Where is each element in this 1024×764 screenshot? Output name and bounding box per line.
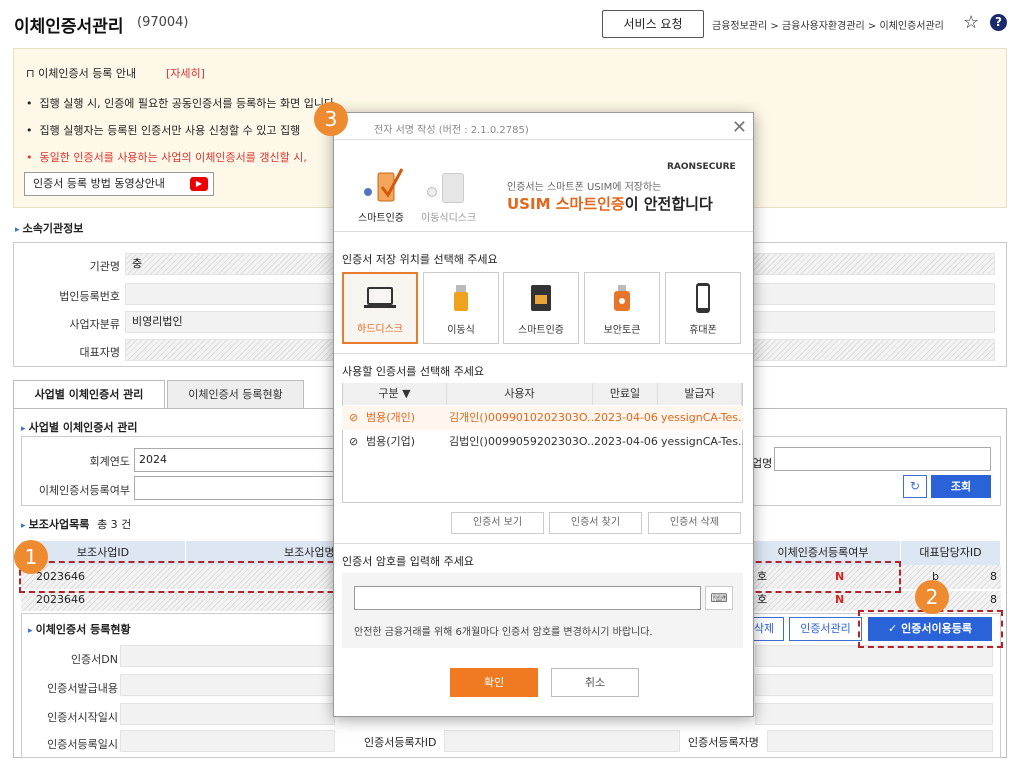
mode-smart-label[interactable]: 스마트인증 bbox=[358, 209, 404, 224]
cert-view-button[interactable]: 인증서 보기 bbox=[451, 512, 544, 534]
step-1-badge: 1 bbox=[14, 540, 48, 574]
star-icon[interactable]: ☆ bbox=[963, 12, 979, 33]
status-value-reg-id bbox=[444, 730, 680, 752]
storage-smart[interactable]: 스마트인증 bbox=[503, 272, 579, 344]
youtube-play-icon: ▶ bbox=[190, 177, 208, 191]
search-button[interactable]: 조회 bbox=[931, 475, 991, 498]
sub-list-title: 보조사업목록 총 3 건 bbox=[21, 516, 132, 532]
status-label-start: 인증서시작일시 bbox=[47, 711, 118, 724]
storage-phone[interactable]: 휴대폰 bbox=[665, 272, 741, 344]
status-value-start bbox=[120, 703, 335, 725]
org-name-label: 기관명 bbox=[89, 260, 120, 273]
corp-reg-no-label: 법인등록번호 bbox=[59, 290, 120, 303]
cert-col-expiry[interactable]: 만료일 bbox=[593, 383, 658, 405]
biz-name-input[interactable] bbox=[774, 447, 991, 471]
service-request-button[interactable]: 서비스 요청 bbox=[602, 10, 704, 38]
smart-phone-check-icon bbox=[376, 165, 404, 205]
ceo-name-label: 대표자명 bbox=[79, 346, 120, 359]
cert-col-type[interactable]: 구분 ▼ bbox=[343, 383, 447, 405]
year-label: 회계연도 bbox=[89, 455, 130, 468]
brand-logo: RAONSECURE bbox=[667, 162, 736, 172]
laptop-icon bbox=[344, 284, 416, 314]
reg-status-select[interactable] bbox=[134, 476, 334, 500]
dialog-title: 전자 서명 작성 (버전 : 2.1.0.2785) bbox=[374, 125, 529, 136]
security-token-icon bbox=[585, 283, 659, 313]
col-mgr-id: 대표담당자ID bbox=[901, 541, 1001, 565]
year-select[interactable]: 2024 bbox=[134, 448, 334, 472]
status-right-2 bbox=[755, 674, 993, 696]
usb-disk-icon bbox=[442, 173, 464, 203]
status-label-reg-id: 인증서등록자ID bbox=[364, 736, 437, 749]
row1-mgr2: 8 bbox=[990, 570, 997, 583]
cert-status-icon: ⊘ bbox=[349, 435, 359, 448]
biz-name-label: 업명 bbox=[752, 457, 773, 470]
cert-row[interactable]: ⊘ 범용(개인) 김개인()0099010202303O... 2023-04-… bbox=[342, 406, 743, 430]
step-2-badge: 2 bbox=[915, 580, 949, 614]
promo-small: 인증서는 스마트폰 USIM에 저장하는 bbox=[507, 182, 662, 193]
status-right-3 bbox=[755, 703, 993, 725]
mode-usb-label[interactable]: 이동식디스크 bbox=[421, 209, 476, 224]
tab-manage[interactable]: 사업별 이체인증서 관리 bbox=[13, 380, 165, 409]
radio-usb-icon[interactable] bbox=[427, 187, 437, 197]
storage-token[interactable]: 보안토큰 bbox=[584, 272, 660, 344]
storage-removable[interactable]: 이동식 bbox=[423, 272, 499, 344]
status-label-reg-name: 인증서등록자명 bbox=[688, 736, 759, 749]
guide-bullet-2: • 집행 실행자는 등록된 인증서만 사용 신청할 수 있고 집행 bbox=[26, 124, 301, 137]
status-label-issue: 인증서발급내용 bbox=[47, 682, 118, 695]
manage-title: 사업별 이체인증서 관리 bbox=[21, 419, 138, 435]
status-label-reg: 인증서등록일시 bbox=[47, 738, 118, 751]
status-value-dn bbox=[120, 645, 335, 667]
cert-row[interactable]: ⊘ 범용(기업) 김법인()0099059202303O... 2023-04-… bbox=[342, 430, 743, 454]
sign-dialog: 전자 서명 작성 (버전 : 2.1.0.2785) ✕ 스마트인증 이동식디스… bbox=[333, 112, 754, 717]
ok-button[interactable]: 확인 bbox=[450, 668, 538, 697]
password-heading: 인증서 암호를 입력해 주세요 bbox=[342, 555, 474, 568]
password-input[interactable] bbox=[354, 586, 701, 610]
reset-icon[interactable]: ↻ bbox=[903, 475, 927, 498]
cancel-button[interactable]: 취소 bbox=[551, 668, 639, 697]
reg-status-label: 이체인증서등록여부 bbox=[38, 484, 130, 497]
cert-delete-button[interactable]: 인증서 삭제 bbox=[648, 512, 741, 534]
cert-col-issuer[interactable]: 발급자 bbox=[658, 383, 742, 405]
cert-heading: 사용할 인증서를 선택해 주세요 bbox=[342, 365, 485, 378]
bookmark-icon: ⊓ bbox=[26, 67, 39, 80]
password-notice: 안전한 금융거래를 위해 6개월마다 인증서 암호를 변경하시기 바랍니다. bbox=[354, 627, 653, 638]
status-value-reg bbox=[120, 730, 335, 752]
usb-drive-icon bbox=[424, 283, 498, 313]
highlight-register bbox=[858, 610, 1003, 648]
row2-mgr2: 8 bbox=[990, 593, 997, 606]
promo-big: USIM 스마트인증이 안전합니다 bbox=[507, 195, 713, 213]
mobile-phone-icon bbox=[666, 283, 740, 313]
status-value-issue bbox=[120, 674, 335, 696]
sub-list-count: 총 3 건 bbox=[97, 518, 132, 531]
guide-title: ⊓ 이체인증서 등록 안내 bbox=[26, 67, 137, 80]
keyboard-icon[interactable]: ⌨ bbox=[705, 586, 733, 610]
radio-smart-icon[interactable] bbox=[364, 188, 372, 196]
step-3-badge: 3 bbox=[314, 102, 348, 136]
sim-card-icon bbox=[504, 283, 578, 313]
cert-manage-button[interactable]: 인증서관리 bbox=[789, 617, 862, 641]
status-right-1 bbox=[755, 645, 993, 667]
guide-bullet-3: • 동일한 인증서를 사용하는 사업의 이체인증서를 갱신할 시, bbox=[26, 151, 307, 164]
close-icon[interactable]: ✕ bbox=[732, 117, 747, 138]
page-code: (97004) bbox=[137, 15, 189, 30]
tab-status[interactable]: 이체인증서 등록현황 bbox=[167, 380, 304, 409]
video-guide-button[interactable]: 인증서 등록 방법 동영상안내 ▶ bbox=[24, 172, 214, 196]
guide-more-link[interactable]: [자세히] bbox=[166, 65, 205, 81]
status-value-reg-name bbox=[767, 730, 993, 752]
cert-status-icon: ⊘ bbox=[349, 411, 359, 424]
status-title: 이체인증서 등록현황 bbox=[28, 621, 131, 637]
breadcrumb: 금융정보관리 > 금융사용자환경관리 > 이체인증서관리 bbox=[712, 21, 944, 32]
cert-find-button[interactable]: 인증서 찾기 bbox=[549, 512, 642, 534]
help-icon[interactable]: ? bbox=[990, 14, 1007, 31]
page-title: 이체인증서관리 bbox=[14, 17, 124, 37]
status-label-dn: 인증서DN bbox=[70, 653, 118, 666]
storage-heading: 인증서 저장 위치를 선택해 주세요 bbox=[342, 253, 498, 266]
cert-col-user[interactable]: 사용자 bbox=[447, 383, 593, 405]
guide-bullet-1: • 집행 실행 시, 인증에 필요한 공동인증서를 등록하는 화면 입니다. bbox=[26, 97, 338, 110]
biz-class-label: 사업자분류 bbox=[69, 318, 120, 331]
org-section-title: 소속기관정보 bbox=[15, 220, 84, 236]
storage-hdd[interactable]: 하드디스크 bbox=[342, 272, 418, 344]
